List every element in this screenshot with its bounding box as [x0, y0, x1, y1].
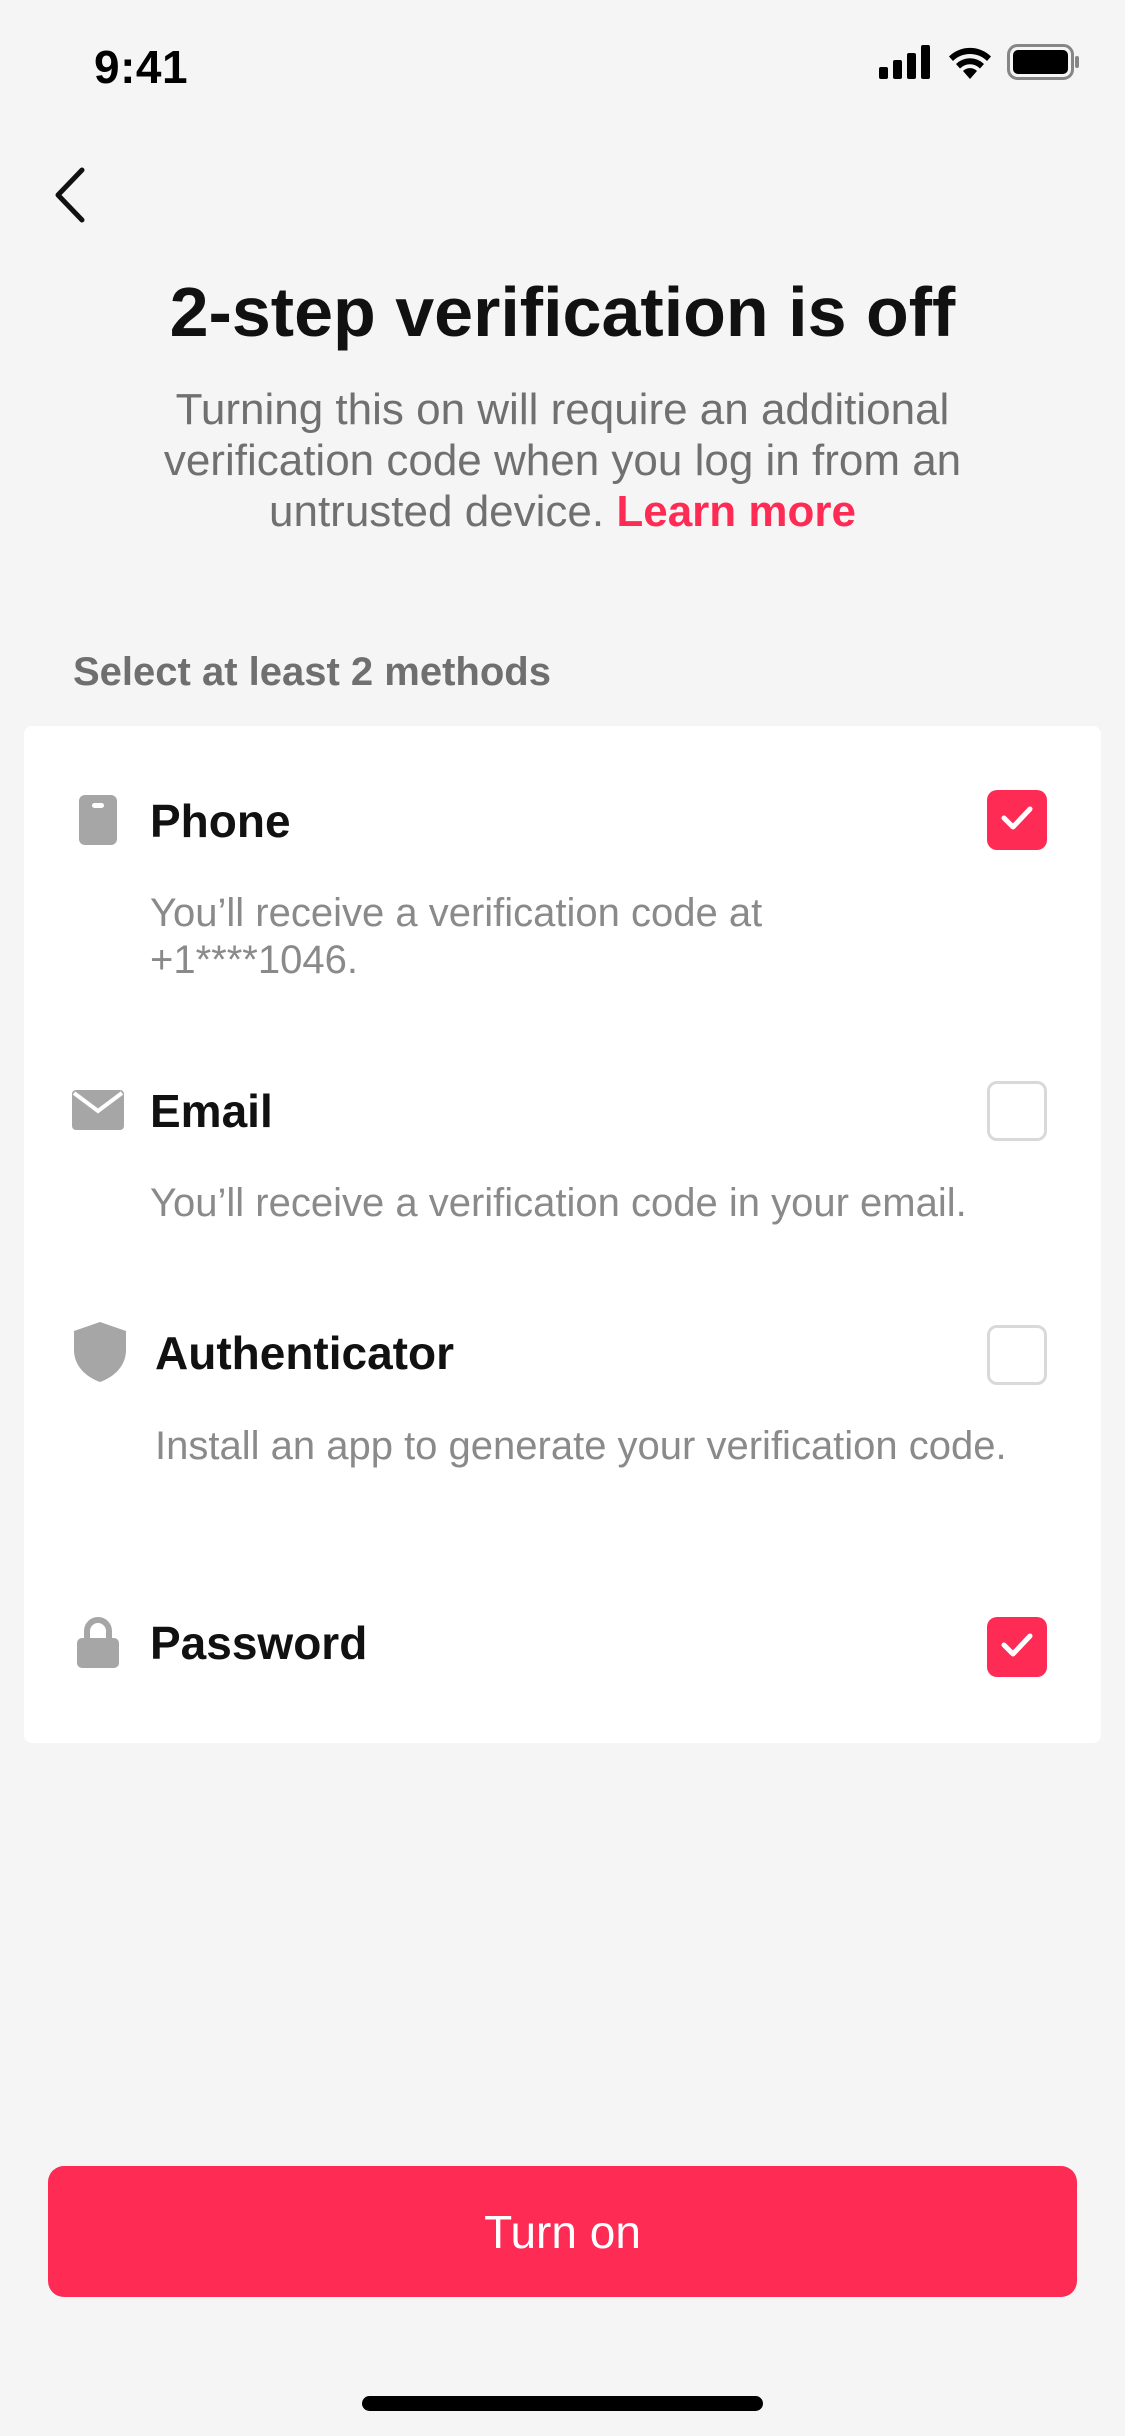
turn-on-button[interactable]: Turn on	[48, 2166, 1077, 2297]
page-subtitle: Turning this on will require an addition…	[130, 384, 995, 537]
status-bar: 9:41	[0, 0, 1125, 140]
envelope-icon	[72, 1084, 124, 1136]
method-title: Password	[150, 1617, 368, 1669]
status-time: 9:41	[94, 41, 189, 93]
home-indicator	[362, 2396, 763, 2411]
method-description: You’ll receive a verification code in yo…	[150, 1181, 967, 1225]
cellular-signal-icon	[879, 45, 933, 84]
page-title: 2-step verification is off	[169, 273, 956, 351]
phone-icon	[72, 794, 124, 846]
learn-more-link[interactable]: Learn more	[616, 487, 856, 536]
checkmark-icon	[1000, 804, 1034, 837]
lock-icon	[72, 1616, 124, 1668]
wifi-icon	[947, 45, 993, 84]
section-label: Select at least 2 methods	[73, 650, 551, 694]
checkmark-icon	[1000, 1631, 1034, 1664]
phone-checkbox[interactable]	[987, 790, 1047, 850]
method-title: Email	[150, 1085, 273, 1137]
password-checkbox[interactable]	[987, 1617, 1047, 1677]
back-button[interactable]	[40, 160, 100, 235]
method-title: Authenticator	[155, 1327, 454, 1379]
status-icons	[879, 44, 1081, 85]
method-description: You’ll receive a verification code at +1…	[150, 891, 763, 982]
authenticator-checkbox[interactable]	[987, 1325, 1047, 1385]
email-checkbox[interactable]	[987, 1081, 1047, 1141]
methods-card: Phone You’ll receive a verification code…	[24, 726, 1101, 1743]
chevron-left-icon	[50, 165, 90, 230]
method-description: Install an app to generate your verifica…	[155, 1424, 1007, 1468]
shield-icon	[74, 1322, 126, 1382]
method-title: Phone	[150, 795, 291, 847]
battery-icon	[1007, 44, 1081, 85]
